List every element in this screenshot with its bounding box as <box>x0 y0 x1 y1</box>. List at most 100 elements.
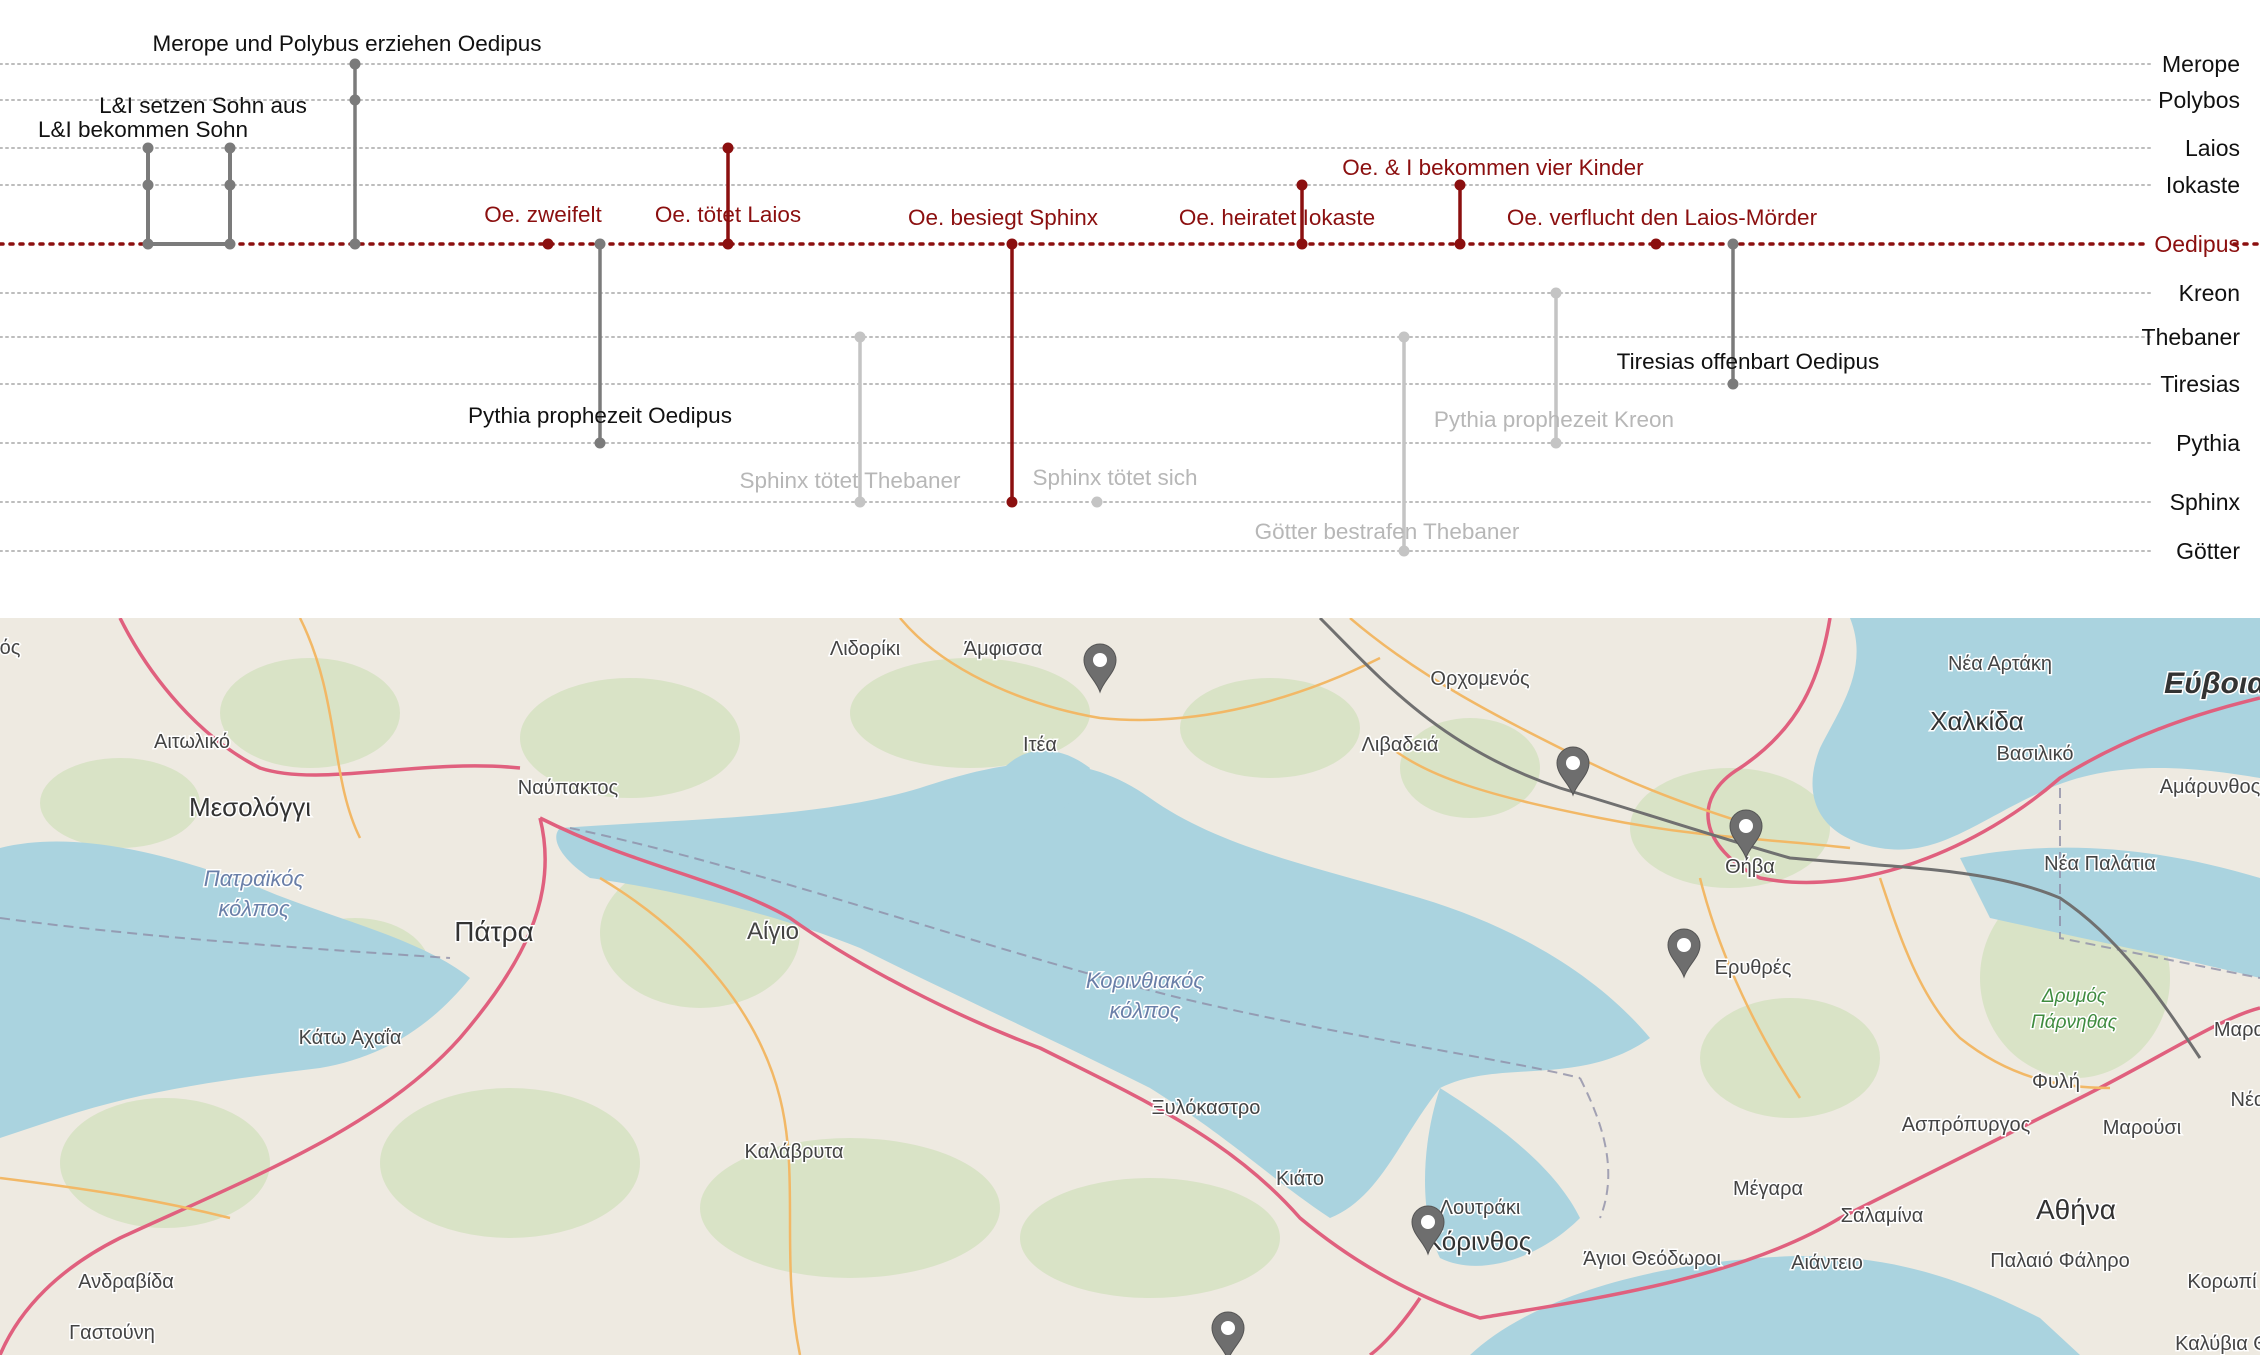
place-label-chalkida: Χαλκίδα <box>1930 706 2024 736</box>
place-label-patra: Πάτρα <box>454 916 534 947</box>
place-label-amarynthos: Αμάρυνθος <box>2160 776 2260 798</box>
event-sphinx-toetet-thebaner[interactable]: Sphinx tötet Thebaner <box>740 331 961 508</box>
map-forest <box>380 1088 640 1238</box>
event-dot-oedipus <box>1296 238 1308 250</box>
event-dot-oedipus <box>722 238 734 250</box>
event-dot <box>224 142 236 154</box>
event-dot <box>224 238 236 250</box>
event-label: Oe. verflucht den Laios-Mörder <box>1507 205 1818 230</box>
lane-label-iokaste[interactable]: Iokaste <box>2166 172 2240 198</box>
event-link-bracket <box>146 148 232 246</box>
place-label-gastouni: Γαστούνη <box>69 1322 155 1344</box>
event-dot-oedipus <box>349 238 361 250</box>
place-label-koropi: Κορωπί <box>2187 1271 2257 1293</box>
event-dot-merope <box>349 58 361 70</box>
event-label: Oe. heiratet Iokaste <box>1179 205 1375 230</box>
character-timeline: Merope Polybos Laios Iokaste Oedipus Kreon The… <box>0 0 2260 618</box>
place-label-kalyvia: Καλύβια Θ <box>2175 1333 2260 1355</box>
event-oe-toetet-laios[interactable]: Oe. tötet Laios <box>655 142 801 250</box>
place-label-kiato: Κιάτο <box>1276 1168 1324 1190</box>
event-dot-sphinx <box>1091 496 1103 508</box>
place-label-aspropyrgos: Ασπρόπυργος <box>1902 1114 2031 1136</box>
place-label-loutraki: Λουτράκι <box>1440 1197 1521 1219</box>
event-label: Götter bestrafen Thebaner <box>1255 519 1520 544</box>
map-view[interactable]: Λιδορίκι Άμφισσα Ορχομενός Νέα Αρτάκη Εύβοια… <box>0 618 2260 1355</box>
place-label-kalavryta: Καλάβρυτα <box>745 1141 844 1163</box>
event-label: Sphinx tötet sich <box>1032 465 1197 490</box>
place-label-palaio-faliro: Παλαιό Φάληρο <box>1990 1250 2130 1272</box>
event-label: L&I bekommen Sohn <box>38 117 248 142</box>
event-dot-oedipus <box>542 238 554 250</box>
place-label-drymos-1: Δρυμός <box>2041 986 2107 1007</box>
place-label-amfissa: Άμφισσα <box>964 638 1043 660</box>
place-label-marathonas: Μαραθ <box>2214 1019 2260 1041</box>
place-label-korinthiakos-2: κόλπος <box>1109 998 1180 1023</box>
event-dot-oedipus <box>1006 238 1018 250</box>
lane-label-goetter[interactable]: Götter <box>2176 538 2240 564</box>
event-label: Merope und Polybus erziehen Oedipus <box>153 31 542 56</box>
place-label-itea: Ιτέα <box>1023 734 1057 756</box>
event-dot-tiresias <box>1727 378 1739 390</box>
lane-label-thebaner[interactable]: Thebaner <box>2142 324 2241 350</box>
event-dot-thebaner <box>854 331 866 343</box>
event-oe-besiegt-sphinx[interactable]: Oe. besiegt Sphinx <box>908 205 1099 508</box>
event-dot-oedipus <box>1454 238 1466 250</box>
map-forest <box>1020 1178 1280 1298</box>
place-label-livadeia: Λιβαδειά <box>1362 734 1439 756</box>
event-label: Tiresias offenbart Oedipus <box>1617 349 1880 374</box>
event-li-bekommen-sohn[interactable]: L&I bekommen Sohn <box>38 117 248 250</box>
place-label-orchomenos: Ορχομενός <box>1430 668 1530 690</box>
lane-label-tiresias[interactable]: Tiresias <box>2160 371 2240 397</box>
event-dot-pythia <box>1550 437 1562 449</box>
event-li-setzen-sohn-aus[interactable]: L&I setzen Sohn aus <box>99 93 307 118</box>
place-label-vasiliko: Βασιλικό <box>1996 743 2073 765</box>
place-label-thiva: Θήβα <box>1725 856 1775 878</box>
event-dot-iokaste <box>1296 179 1308 191</box>
place-label-patraikos-2: κόλπος <box>218 896 289 921</box>
place-label-salamina: Σαλαμίνα <box>1841 1205 1924 1227</box>
lane-label-pythia[interactable]: Pythia <box>2176 430 2240 456</box>
place-label-agioi-theodoroi: Άγιοι Θεόδωροι <box>1583 1248 1721 1270</box>
event-label: L&I setzen Sohn aus <box>99 93 307 118</box>
place-label-marousi: Μαρούσι <box>2103 1117 2181 1139</box>
event-dot-oedipus <box>1727 238 1739 250</box>
lane-label-sphinx[interactable]: Sphinx <box>2170 489 2241 515</box>
event-dot-sphinx <box>1006 496 1018 508</box>
event-pythia-prophezeit-oedipus[interactable]: Pythia prophezeit Oedipus <box>468 238 732 449</box>
place-label-athina: Αθήνα <box>2036 1194 2116 1225</box>
event-oe-heiratet-iokaste[interactable]: Oe. heiratet Iokaste <box>1179 179 1375 250</box>
place-label-aianteio: Αιάντειο <box>1791 1252 1863 1274</box>
event-oe-i-vier-kinder[interactable]: Oe. & I bekommen vier Kinder <box>1342 155 1644 250</box>
lane-label-laios[interactable]: Laios <box>2185 135 2240 161</box>
map-forest <box>1700 998 1880 1118</box>
place-label-korinthiakos-1: Κορινθιακός <box>1086 968 1204 993</box>
event-label: Sphinx tötet Thebaner <box>740 468 961 493</box>
event-dot-oedipus <box>1650 238 1662 250</box>
lane-label-oedipus[interactable]: Oedipus <box>2154 231 2240 257</box>
place-label-nea-x: Νέα <box>2231 1089 2260 1111</box>
event-dot-goetter <box>1398 545 1410 557</box>
event-dot-pythia <box>594 437 606 449</box>
event-dot-thebaner <box>1398 331 1410 343</box>
map-forest <box>1180 678 1360 778</box>
event-dot-polybos <box>349 94 361 106</box>
lane-label-merope[interactable]: Merope <box>2162 51 2240 77</box>
event-dot <box>142 179 154 191</box>
place-label-patraikos-1: Πατραϊκός <box>204 866 305 891</box>
map-forest <box>40 758 200 848</box>
event-tiresias-offenbart[interactable]: Tiresias offenbart Oedipus <box>1617 238 1880 390</box>
place-label-kato-achaia: Κάτω Αχαΐα <box>299 1027 402 1049</box>
event-label: Oe. besiegt Sphinx <box>908 205 1099 230</box>
place-label-megara: Μέγαρα <box>1733 1178 1803 1200</box>
lane-label-kreon[interactable]: Kreon <box>2179 280 2240 306</box>
place-label-nafpaktos: Ναύπακτος <box>518 777 619 799</box>
place-label-nea-artaki: Νέα Αρτάκη <box>1948 653 2052 675</box>
place-label-xylokastro: Ξυλόκαστρο <box>1152 1097 1261 1119</box>
map-forest <box>220 658 400 768</box>
event-dot-iokaste <box>1454 179 1466 191</box>
place-label-edge-os: ός <box>0 637 21 659</box>
lane-label-polybos[interactable]: Polybos <box>2158 87 2240 113</box>
map-forest <box>1400 718 1540 818</box>
place-label-aitoliko: Αιτωλικό <box>154 731 230 753</box>
event-dot <box>142 238 154 250</box>
